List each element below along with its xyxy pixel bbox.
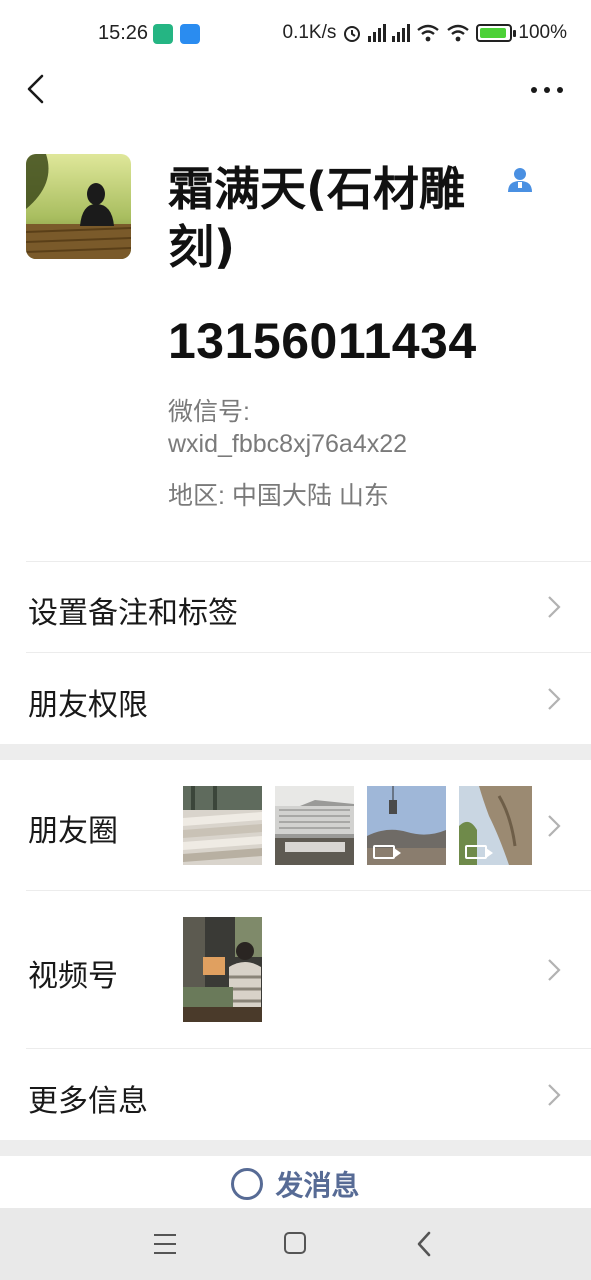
system-navigation-bar xyxy=(0,1208,591,1280)
wechat-id-label: 微信号: xyxy=(168,398,250,426)
avatar[interactable] xyxy=(26,154,131,259)
status-right: 0.1K/s 100% xyxy=(283,22,567,44)
more-info-row[interactable]: 更多信息 xyxy=(0,1049,591,1140)
chat-bubble-icon xyxy=(231,1168,264,1200)
signal-icon xyxy=(368,24,387,42)
video-icon xyxy=(373,845,401,859)
phone-number: 13156011434 xyxy=(168,313,477,369)
channels-label: 视频号 xyxy=(28,959,118,994)
channels-thumbnail xyxy=(183,917,262,1022)
back-nav-icon[interactable] xyxy=(414,1230,434,1258)
send-message-button[interactable]: 发消息 xyxy=(0,1156,591,1212)
status-time: 15:26 xyxy=(98,22,149,44)
net-speed: 0.1K/s xyxy=(282,22,337,43)
section-gap xyxy=(0,744,591,760)
more-info-label: 更多信息 xyxy=(28,1084,148,1119)
person-icon xyxy=(508,168,532,192)
battery-percent: 100% xyxy=(518,22,567,43)
moments-video-thumbnail xyxy=(367,786,446,865)
chevron-right-icon xyxy=(548,1084,561,1106)
chevron-right-icon xyxy=(548,596,561,618)
send-message-label: 发消息 xyxy=(275,1169,360,1202)
shield-app-icon xyxy=(153,24,173,44)
moments-label: 朋友圈 xyxy=(28,814,118,849)
channels-row[interactable]: 视频号 xyxy=(0,891,591,1048)
moments-thumbnail xyxy=(183,786,262,865)
friend-permissions-row[interactable]: 朋友权限 xyxy=(0,653,591,744)
chevron-right-icon xyxy=(548,959,561,981)
wifi-icon xyxy=(447,24,470,42)
chevron-right-icon xyxy=(548,688,561,710)
battery-icon xyxy=(476,24,517,42)
home-icon[interactable] xyxy=(284,1232,306,1254)
wechat-id: wxid_fbbc8xj76a4x22 xyxy=(168,430,408,458)
chevron-right-icon xyxy=(548,815,561,837)
video-icon xyxy=(465,845,493,859)
alarm-icon xyxy=(344,26,361,42)
friend-permissions-label: 朋友权限 xyxy=(28,688,148,723)
more-dot xyxy=(557,87,563,93)
contact-name: 霜满天(石材雕刻) xyxy=(168,162,466,274)
region: 地区: 中国大陆 山东 xyxy=(168,482,389,510)
menu-icon[interactable] xyxy=(154,1234,176,1254)
wifi-icon xyxy=(417,24,440,42)
status-bar: 15:26 0.1K/s 100% xyxy=(0,0,591,68)
avatar-image xyxy=(26,154,131,259)
remarks-tags-label: 设置备注和标签 xyxy=(28,596,238,631)
moments-thumbnail xyxy=(275,786,354,865)
bird-app-icon xyxy=(180,24,200,44)
remarks-tags-row[interactable]: 设置备注和标签 xyxy=(0,562,591,652)
signal-icon xyxy=(392,24,411,42)
section-gap xyxy=(0,1140,591,1156)
back-icon[interactable] xyxy=(18,70,58,110)
moments-video-thumbnail xyxy=(459,786,532,865)
more-dot xyxy=(544,87,550,93)
moments-row[interactable]: 朋友圈 xyxy=(0,760,591,890)
more-options-button[interactable] xyxy=(527,78,567,102)
more-dot xyxy=(531,87,537,93)
